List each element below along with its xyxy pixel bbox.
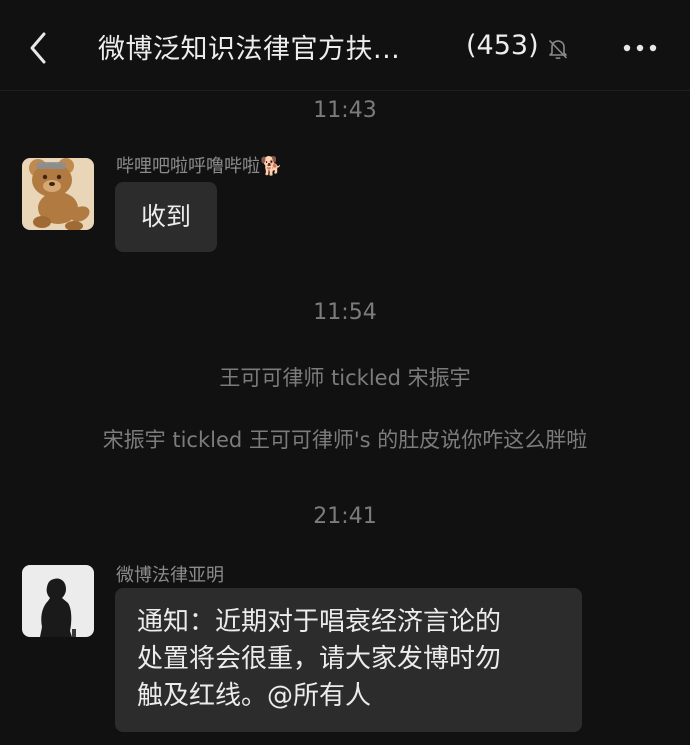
- back-button[interactable]: [22, 28, 56, 68]
- message-line: 通知：近期对于唱衰经济言论的: [137, 607, 502, 637]
- member-count: (453): [466, 30, 539, 61]
- back-arrow-icon: [30, 32, 46, 64]
- chat-header: 微博泛知识法律官方扶... (453): [0, 0, 690, 91]
- avatar[interactable]: [22, 565, 94, 637]
- sender-name: 微博法律亚明: [116, 565, 224, 586]
- sender-name: 哔哩吧啦呼噜哔啦🐕: [116, 156, 283, 177]
- message-line: 触及红线。@所有人: [137, 681, 372, 711]
- system-message: 王可可律师 tickled 宋振宇: [219, 366, 471, 390]
- timestamp: 11:54: [313, 300, 377, 325]
- bear-avatar-icon: [22, 158, 94, 230]
- message-line: 处置将会很重，请大家发博时勿: [137, 644, 502, 674]
- chat-screen: 微博泛知识法律官方扶... (453) 11:43 哔哩吧啦呼噜哔啦🐕 收到 1…: [0, 0, 690, 745]
- message-bubble[interactable]: 通知：近期对于唱衰经济言论的 处置将会很重，请大家发博时勿 触及红线。@所有人: [115, 588, 582, 732]
- more-options-button[interactable]: [620, 36, 660, 60]
- more-dots-icon: [623, 44, 657, 52]
- message-bubble[interactable]: 收到: [115, 182, 217, 252]
- system-message: 宋振宇 tickled 王可可律师's 的肚皮说你咋这么胖啦: [102, 428, 588, 452]
- timestamp: 21:41: [313, 504, 377, 529]
- timestamp: 11:43: [313, 98, 377, 123]
- mute-bell-icon: [548, 39, 568, 60]
- silhouette-avatar-icon: [22, 565, 94, 637]
- chat-title[interactable]: 微博泛知识法律官方扶...: [98, 27, 400, 66]
- avatar[interactable]: [22, 158, 94, 230]
